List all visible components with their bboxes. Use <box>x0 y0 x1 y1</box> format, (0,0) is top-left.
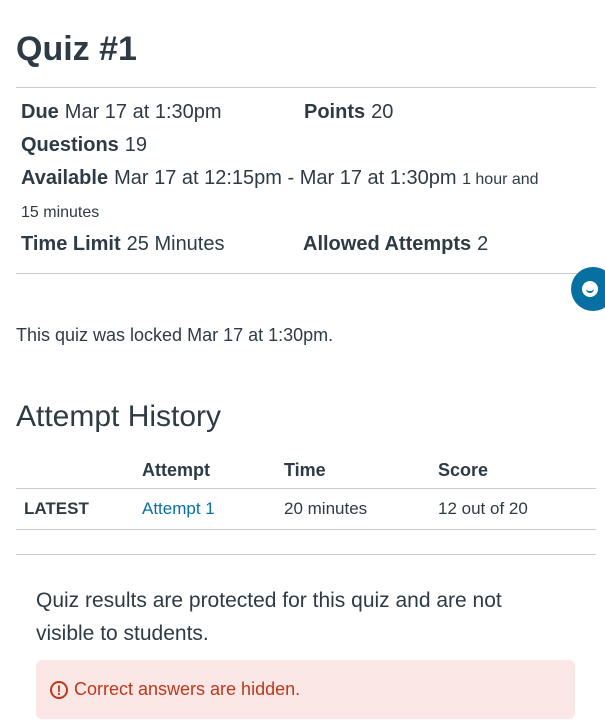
available-value: Mar 17 at 12:15pm - Mar 17 at 1:30pm <box>114 167 457 189</box>
column-header-score: Score <box>438 459 489 480</box>
attempt-score: 12 out of 20 <box>438 488 596 530</box>
column-header-attempt: Attempt <box>142 459 210 480</box>
time-limit-label: Time Limit <box>21 233 121 255</box>
attempt-time: 20 minutes <box>284 488 438 530</box>
attempts-value: 2 <box>477 233 489 255</box>
questions-value: 19 <box>124 134 148 156</box>
column-header-time: Time <box>284 459 326 480</box>
divider <box>16 87 596 88</box>
chat-face-icon <box>582 281 598 297</box>
available-duration-cont: 15 minutes <box>21 204 100 221</box>
exclamation-circle-icon: ! <box>50 680 68 699</box>
due-label: Due <box>21 101 59 123</box>
attempt-history-heading: Attempt History <box>16 400 222 433</box>
points-row: Points 20 <box>304 101 393 124</box>
attempt-link[interactable]: Attempt 1 <box>142 499 215 518</box>
table-row: LATEST Attempt 1 20 minutes 12 out of 20 <box>16 488 596 530</box>
available-duration: 1 hour and <box>462 171 539 188</box>
correct-answers-hidden-alert: ! Correct answers are hidden. <box>36 660 575 719</box>
page-title: Quiz #1 <box>16 30 137 68</box>
attempts-row: Allowed Attempts 2 <box>303 233 488 256</box>
available-label: Available <box>21 167 109 189</box>
alert-text: Correct answers are hidden. <box>74 679 301 699</box>
divider <box>16 554 596 555</box>
attempts-label: Allowed Attempts <box>303 233 472 255</box>
due-value: Mar 17 at 1:30pm <box>64 101 222 123</box>
table-header-row: Attempt Time Score <box>16 452 596 489</box>
due-row: Due Mar 17 at 1:30pm <box>21 101 222 124</box>
questions-row: Questions 19 <box>21 134 147 157</box>
available-row: Available Mar 17 at 12:15pm - Mar 17 at 1… <box>21 167 539 190</box>
chat-bubble-icon[interactable] <box>571 267 605 311</box>
points-value: 20 <box>371 101 394 123</box>
time-limit-row: Time Limit 25 Minutes <box>21 233 225 256</box>
locked-message: This quiz was locked Mar 17 at 1:30pm. <box>16 325 334 345</box>
results-protected-message: Quiz results are protected for this quiz… <box>36 589 502 645</box>
questions-label: Questions <box>21 134 119 156</box>
column-header-status <box>16 452 142 489</box>
attempt-status: LATEST <box>16 488 142 530</box>
attempt-cell: Attempt 1 <box>142 488 284 530</box>
attempt-history-table: Attempt Time Score LATEST Attempt 1 20 m… <box>16 452 596 530</box>
time-limit-value: 25 Minutes <box>126 233 225 255</box>
divider <box>16 273 596 274</box>
points-label: Points <box>304 101 366 123</box>
